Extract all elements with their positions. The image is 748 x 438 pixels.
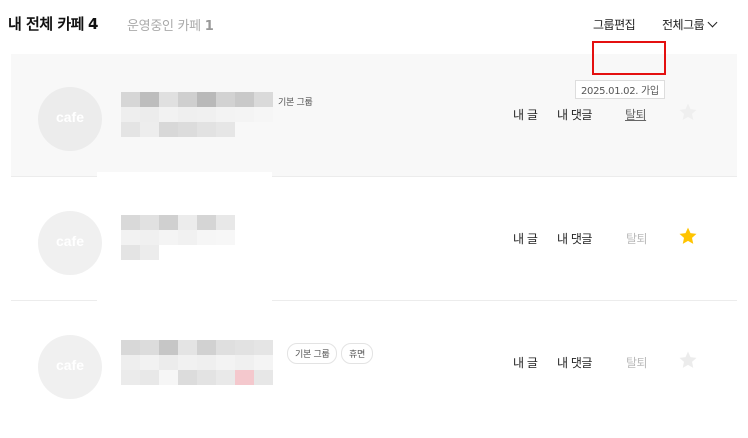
star-icon[interactable] xyxy=(678,226,698,246)
managed-cafe-label: 운영중인 카페 xyxy=(127,19,201,34)
group-tag: 기본 그룹 xyxy=(278,98,313,108)
edit-group-button[interactable]: 그룹편집 xyxy=(593,16,636,33)
star-icon[interactable] xyxy=(678,102,698,122)
page-title: 내 전체 카페 4 xyxy=(8,13,98,34)
my-posts-link[interactable]: 내 글 xyxy=(513,230,538,247)
chevron-down-icon xyxy=(707,17,718,28)
cafe-avatar[interactable]: cafe xyxy=(38,335,102,399)
cafe-item[interactable]: cafe 기본 그룹 휴면 내 글 내 댓글 탈퇴 xyxy=(11,302,737,424)
leave-cafe-button[interactable]: 탈퇴 xyxy=(626,230,648,247)
total-cafe-count: 4 xyxy=(87,15,98,33)
managed-cafe-tab[interactable]: 운영중인 카페 1 xyxy=(127,15,214,34)
cafe-item[interactable]: cafe 내 글 내 댓글 탈퇴 xyxy=(11,178,737,300)
cafe-name-blurred[interactable] xyxy=(121,215,273,260)
join-date-tooltip: 2025.01.02. 가입 xyxy=(575,80,665,99)
all-groups-dropdown[interactable]: 전체그룹 xyxy=(662,16,718,33)
my-comments-link[interactable]: 내 댓글 xyxy=(557,230,592,247)
leave-cafe-button[interactable]: 탈퇴 xyxy=(625,106,647,123)
leave-cafe-button[interactable]: 탈퇴 xyxy=(626,354,648,371)
my-comments-link[interactable]: 내 댓글 xyxy=(557,354,592,371)
my-comments-link[interactable]: 내 댓글 xyxy=(557,106,592,123)
highlight-box xyxy=(592,41,666,75)
my-posts-link[interactable]: 내 글 xyxy=(513,106,538,123)
cafe-avatar[interactable]: cafe xyxy=(38,87,102,151)
all-groups-label: 전체그룹 xyxy=(662,18,705,32)
cafe-name-blurred[interactable] xyxy=(121,92,273,137)
group-tag: 기본 그룹 xyxy=(287,343,338,364)
dormant-tag: 휴면 xyxy=(341,343,373,364)
cafe-name-blurred[interactable] xyxy=(121,340,273,385)
my-posts-link[interactable]: 내 글 xyxy=(513,354,538,371)
star-icon[interactable] xyxy=(678,350,698,370)
page-title-label: 내 전체 카페 xyxy=(8,15,84,33)
cafe-avatar[interactable]: cafe xyxy=(38,211,102,275)
managed-cafe-count: 1 xyxy=(204,19,214,34)
